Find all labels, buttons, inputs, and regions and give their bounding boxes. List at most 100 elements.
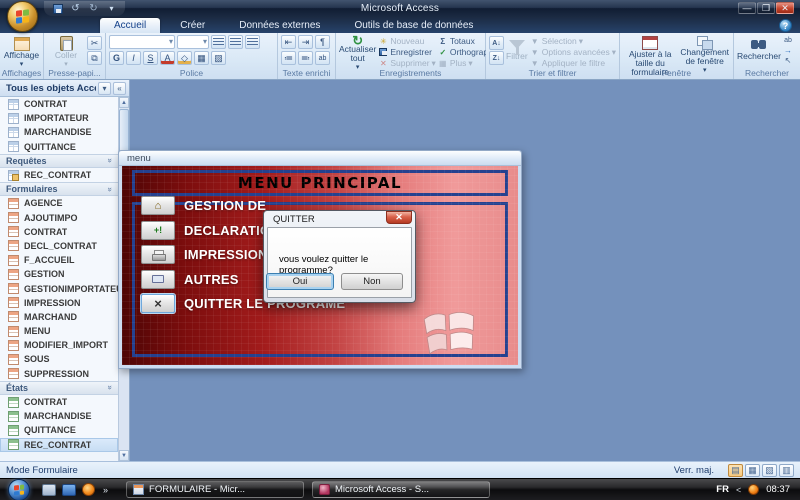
nav-item-f_accueil[interactable]: F_ACCUEIL <box>0 253 118 267</box>
layout-view-icon[interactable]: ▧ <box>762 464 777 477</box>
redo-icon[interactable] <box>86 2 101 15</box>
section-collapse-icon[interactable]: » <box>105 187 114 191</box>
nav-item-quittance[interactable]: QUITTANCE <box>0 423 118 437</box>
nouveau-button[interactable]: ✳Nouveau <box>378 36 436 46</box>
enregistrer-button[interactable]: Enregistrer <box>378 47 436 57</box>
cut-icon[interactable]: ✂ <box>87 36 102 50</box>
quicklaunch-overflow-icon[interactable]: » <box>103 485 108 495</box>
tab-donnees-externes[interactable]: Données externes <box>225 18 334 33</box>
nav-item-impression[interactable]: IMPRESSION <box>0 296 118 310</box>
italic-button[interactable]: I <box>126 51 141 65</box>
nav-item-contrat[interactable]: CONTRAT <box>0 97 118 111</box>
section-collapse-icon[interactable]: » <box>105 159 114 163</box>
nav-item-modifier_import[interactable]: MODIFIER_IMPORT <box>0 338 118 352</box>
numbered-list-icon[interactable]: ≔ <box>281 51 296 65</box>
nav-dropdown-icon[interactable]: ▾ <box>98 82 111 95</box>
nav-item-contrat[interactable]: CONTRAT <box>0 225 118 239</box>
nav-item-sous[interactable]: SOUS <box>0 352 118 366</box>
affichage-button[interactable]: Affichage▾ <box>3 35 40 69</box>
office-button[interactable] <box>7 1 38 32</box>
nav-item-marchandise[interactable]: MARCHANDISE <box>0 125 118 139</box>
section-collapse-icon[interactable]: » <box>105 386 114 390</box>
tab-creer[interactable]: Créer <box>166 18 219 33</box>
alt-fill-icon[interactable]: ▨ <box>211 51 226 65</box>
appliquer-filtre-button[interactable]: ▼Appliquer le filtre <box>530 58 616 68</box>
language-indicator[interactable]: FR <box>716 484 729 495</box>
decrease-indent-icon[interactable]: ⇤ <box>281 35 296 49</box>
actualiser-tout-button[interactable]: Actualiser tout▾ <box>339 35 376 69</box>
copy-icon[interactable]: ⧉ <box>87 51 102 65</box>
nav-item-gestion[interactable]: GESTION <box>0 267 118 281</box>
taskbar-item-access[interactable]: Microsoft Access - S... <box>312 481 490 498</box>
dialog-titlebar[interactable]: QUITTER ✕ <box>267 211 412 227</box>
tab-accueil[interactable]: Accueil <box>100 18 160 33</box>
nav-section-header[interactable]: États» <box>0 381 118 395</box>
dialog-close-icon[interactable]: ✕ <box>386 211 412 224</box>
clock[interactable]: 08:37 <box>766 484 790 495</box>
bold-button[interactable]: G <box>109 51 124 65</box>
nav-item-importateur[interactable]: IMPORTATEUR <box>0 111 118 125</box>
nav-item-ajoutimpo[interactable]: AJOUTIMPO <box>0 211 118 225</box>
options-avancees-button[interactable]: ▼Options avancées ▾ <box>530 47 616 57</box>
oui-button[interactable]: Oui <box>266 273 334 290</box>
nav-item-menu[interactable]: MENU <box>0 324 118 338</box>
taskbar-item-formulaire[interactable]: FORMULAIRE - Micr... <box>126 481 304 498</box>
nav-collapse-icon[interactable]: « <box>113 82 126 95</box>
coller-button[interactable]: Coller▾ <box>47 35 85 69</box>
switch-windows-icon[interactable] <box>62 484 76 496</box>
nav-item-quittance[interactable]: QUITTANCE <box>0 140 118 154</box>
replace-icon[interactable]: ab <box>783 36 793 45</box>
filtrer-button[interactable]: Filtrer <box>506 35 528 69</box>
align-right-icon[interactable] <box>245 35 260 49</box>
supprimer-button[interactable]: ✕Supprimer ▾ <box>378 58 436 68</box>
nav-item-marchandise[interactable]: MARCHANDISE <box>0 409 118 423</box>
nav-item-rec_contrat[interactable]: REC_CONTRAT <box>0 168 118 182</box>
nav-item-marchand[interactable]: MARCHAND <box>0 310 118 324</box>
nav-item-suppression[interactable]: SUPPRESSION <box>0 367 118 381</box>
increase-indent-icon[interactable]: ⇥ <box>298 35 313 49</box>
font-size-select[interactable] <box>177 35 209 49</box>
nav-section-header[interactable]: Formulaires» <box>0 182 118 196</box>
minimize-button[interactable]: — <box>738 2 756 14</box>
menu-button-book[interactable] <box>141 270 175 289</box>
tab-outils-bdd[interactable]: Outils de base de données <box>340 18 487 33</box>
tray-notification-icon[interactable] <box>748 484 759 495</box>
nav-item-decl_contrat[interactable]: DECL_CONTRAT <box>0 239 118 253</box>
nav-item-gestionimportateur[interactable]: GESTIONIMPORTATEUR <box>0 281 118 295</box>
nav-item-rec_contrat[interactable]: REC_CONTRAT <box>0 438 118 452</box>
font-family-select[interactable] <box>109 35 175 49</box>
help-icon[interactable]: ? <box>779 19 792 32</box>
menu-button-printer[interactable] <box>141 245 175 264</box>
select-icon[interactable]: ↖ <box>783 56 793 65</box>
design-view-icon[interactable]: ▥ <box>779 464 794 477</box>
firefox-icon[interactable] <box>82 483 95 496</box>
changement-fenetre-button[interactable]: Changement de fenêtre▾ <box>679 35 730 69</box>
nav-pane-header[interactable]: Tous les objets Access ▾ « <box>0 80 129 97</box>
fill-color-icon[interactable]: ◇ <box>177 51 192 65</box>
rechercher-button[interactable]: Rechercher <box>737 35 781 69</box>
tray-expand-icon[interactable]: < <box>736 485 741 495</box>
form-view-icon[interactable]: ▤ <box>728 464 743 477</box>
nav-item-contrat[interactable]: CONTRAT <box>0 395 118 409</box>
scroll-down-icon[interactable]: ▼ <box>119 450 129 461</box>
scroll-up-icon[interactable]: ▲ <box>119 97 129 108</box>
non-button[interactable]: Non <box>341 273 403 290</box>
underline-button[interactable]: S <box>143 51 158 65</box>
ajuster-taille-button[interactable]: Ajuster à la taille du formulaire <box>623 35 677 69</box>
align-center-icon[interactable] <box>228 35 243 49</box>
gridlines-icon[interactable]: ▦ <box>194 51 209 65</box>
qat-customize-icon[interactable] <box>104 2 119 15</box>
nav-section-header[interactable]: Requêtes» <box>0 154 118 168</box>
restore-button[interactable]: ❐ <box>757 2 775 14</box>
close-button[interactable]: ✕ <box>776 2 794 14</box>
save-icon[interactable] <box>50 2 65 15</box>
bullet-list-icon[interactable]: ≕ <box>298 51 313 65</box>
undo-icon[interactable] <box>68 2 83 15</box>
sort-asc-icon[interactable]: A↓ <box>489 36 504 50</box>
goto-icon[interactable]: → <box>783 46 793 55</box>
font-color-icon[interactable]: A <box>160 51 175 65</box>
form-window-titlebar[interactable]: menu <box>119 151 521 166</box>
direction-icon[interactable]: ¶ <box>315 35 330 49</box>
datasheet-view-icon[interactable]: ▦ <box>745 464 760 477</box>
menu-button-person[interactable] <box>141 221 175 240</box>
